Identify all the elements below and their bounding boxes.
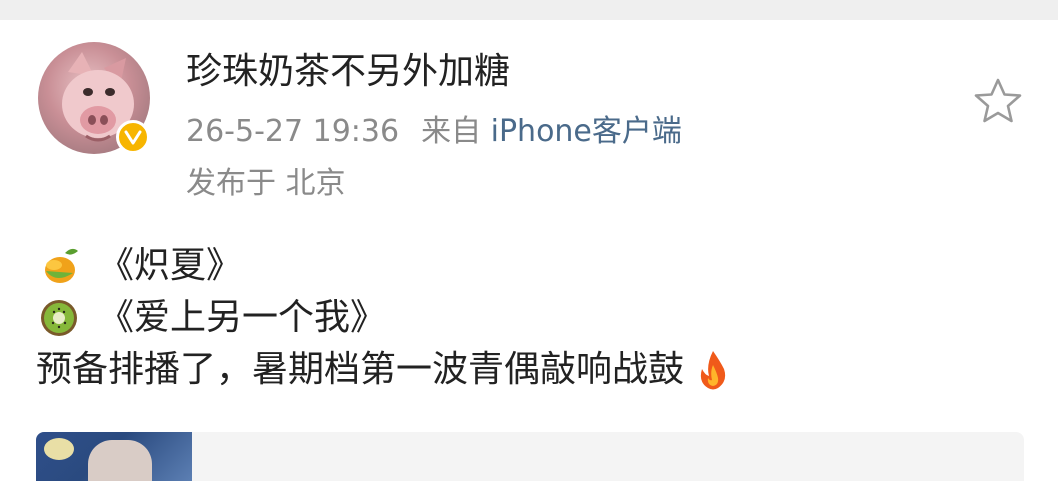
favorite-button[interactable] xyxy=(972,76,1024,126)
content-line-text: 预备排播了，暑期档第一波青偶敲响战鼓 xyxy=(36,349,685,390)
content-line-text: 《炽夏》 xyxy=(98,245,243,286)
verified-badge-icon xyxy=(116,120,150,154)
content-line-3: 预备排播了，暑期档第一波青偶敲响战鼓 xyxy=(36,344,1016,396)
mango-emoji xyxy=(36,243,82,289)
author-avatar[interactable] xyxy=(38,42,150,154)
post-timestamp: 26-5-27 19:36 xyxy=(186,114,400,149)
star-outline-icon xyxy=(974,78,1022,123)
top-separator-band xyxy=(0,0,1058,20)
fire-emoji xyxy=(690,347,736,393)
thumbnail-detail-flower xyxy=(44,438,74,460)
source-prefix: 来自 xyxy=(421,114,482,149)
media-thumbnail[interactable] xyxy=(36,432,192,481)
content-line-text: 《爱上另一个我》 xyxy=(98,297,387,338)
author-name[interactable]: 珍珠奶茶不另外加糖 xyxy=(186,50,510,94)
thumbnail-detail-hand xyxy=(88,440,152,481)
content-line-2: 《爱上另一个我》 xyxy=(36,292,1016,344)
kiwi-emoji xyxy=(36,295,82,341)
source-link[interactable]: iPhone客户端 xyxy=(491,114,682,149)
content-line-1: 《炽夏》 xyxy=(36,240,1016,292)
media-preview[interactable] xyxy=(36,432,1024,481)
post-location: 发布于 北京 xyxy=(186,166,346,201)
post-meta: 26-5-27 19:36 来自 iPhone客户端 xyxy=(186,114,682,150)
post-content: 《炽夏》 《爱上另一个我》 预备排播了，暑期档第一波青偶敲响战鼓 xyxy=(36,240,1016,396)
